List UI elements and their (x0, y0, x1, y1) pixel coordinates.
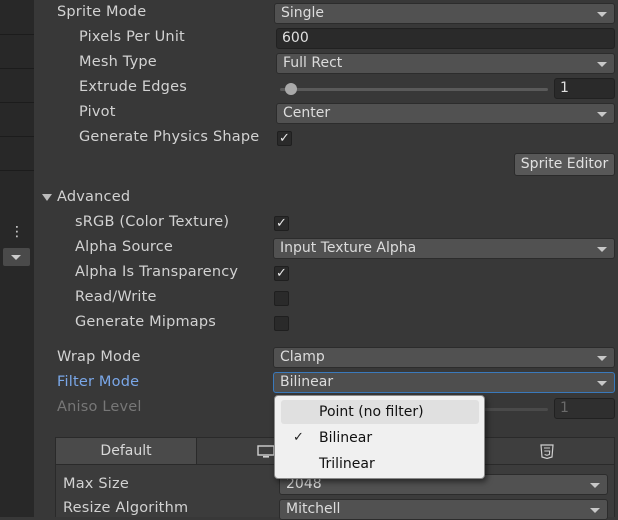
chevron-down-icon (597, 62, 607, 67)
tab-default[interactable]: Default (56, 438, 196, 464)
left-strip-divider (0, 170, 34, 171)
more-options-icon[interactable]: ⋮ (10, 222, 24, 244)
advanced-foldout-header[interactable]: Advanced (57, 189, 130, 205)
monitor-icon (257, 445, 275, 458)
read-write-label: Read/Write (75, 289, 157, 305)
menu-item-trilinear[interactable]: Trilinear (281, 452, 479, 476)
sprite-mode-label: Sprite Mode (57, 4, 147, 20)
sprite-mode-value: Single (281, 5, 325, 21)
srgb-label: sRGB (Color Texture) (75, 214, 230, 230)
wrap-mode-value: Clamp (280, 349, 325, 365)
pivot-dropdown[interactable]: Center (276, 103, 615, 124)
sprite-mode-dropdown[interactable]: Single (274, 3, 615, 24)
chevron-down-icon (597, 112, 607, 117)
filter-mode-value: Bilinear (280, 374, 334, 390)
generate-mipmaps-checkbox[interactable] (274, 316, 289, 331)
aniso-level-slider-track[interactable] (484, 408, 548, 411)
aniso-level-label: Aniso Level (57, 399, 142, 415)
filter-mode-popup-menu: Point (no filter) ✓ Bilinear Trilinear (274, 395, 485, 479)
alpha-is-transparency-label: Alpha Is Transparency (75, 264, 239, 280)
chevron-down-icon (597, 247, 607, 252)
tab-webgl[interactable] (526, 438, 616, 464)
resize-algorithm-value: Mitchell (286, 501, 341, 517)
sprite-editor-button[interactable]: Sprite Editor (514, 153, 615, 176)
alpha-is-transparency-checkbox[interactable]: ✓ (274, 266, 289, 281)
pivot-label: Pivot (79, 104, 116, 120)
extrude-edges-slider-track[interactable] (280, 88, 548, 91)
filter-mode-label: Filter Mode (57, 374, 140, 390)
chevron-down-icon (590, 483, 600, 488)
chevron-down-icon (590, 508, 600, 513)
chevron-down-icon (597, 381, 607, 386)
alpha-source-dropdown[interactable]: Input Texture Alpha (273, 238, 615, 259)
menu-item-bilinear[interactable]: ✓ Bilinear (281, 426, 479, 450)
extrude-edges-label: Extrude Edges (79, 79, 187, 95)
extrude-edges-field[interactable]: 1 (554, 78, 615, 99)
generate-physics-shape-checkbox[interactable]: ✓ (277, 131, 292, 146)
max-size-label: Max Size (63, 476, 129, 492)
read-write-checkbox[interactable] (274, 291, 289, 306)
wrap-mode-dropdown[interactable]: Clamp (273, 347, 615, 368)
pixels-per-unit-label: Pixels Per Unit (79, 29, 185, 45)
strip-dropdown-button[interactable] (3, 248, 30, 266)
mesh-type-label: Mesh Type (79, 54, 157, 70)
generate-mipmaps-label: Generate Mipmaps (75, 314, 217, 330)
left-strip-divider (0, 102, 34, 103)
aniso-level-field[interactable]: 1 (554, 398, 615, 419)
chevron-down-icon (597, 12, 607, 17)
chevron-down-icon (597, 356, 607, 361)
mesh-type-dropdown[interactable]: Full Rect (276, 53, 615, 74)
menu-item-bilinear-label: Bilinear (319, 430, 373, 446)
pixels-per-unit-field[interactable]: 600 (276, 28, 615, 49)
srgb-checkbox[interactable]: ✓ (274, 216, 289, 231)
checkmark-icon: ✓ (293, 430, 304, 445)
left-strip-divider (0, 34, 34, 35)
left-strip-divider (0, 68, 34, 69)
pivot-value: Center (283, 105, 331, 121)
resize-algorithm-label: Resize Algorithm (63, 500, 189, 516)
left-panel-strip: ⋮ (0, 0, 34, 517)
html5-icon (540, 444, 554, 459)
filter-mode-dropdown[interactable]: Bilinear (273, 372, 615, 393)
alpha-source-label: Alpha Source (75, 239, 174, 255)
generate-physics-shape-label: Generate Physics Shape (79, 129, 260, 145)
chevron-down-icon (11, 255, 21, 260)
menu-item-point[interactable]: Point (no filter) (281, 400, 479, 424)
foldout-expanded-icon[interactable] (42, 194, 52, 201)
left-strip-divider (0, 136, 34, 137)
alpha-source-value: Input Texture Alpha (280, 240, 417, 256)
wrap-mode-label: Wrap Mode (57, 349, 141, 365)
mesh-type-value: Full Rect (283, 55, 343, 71)
extrude-edges-slider-handle[interactable] (285, 83, 297, 95)
